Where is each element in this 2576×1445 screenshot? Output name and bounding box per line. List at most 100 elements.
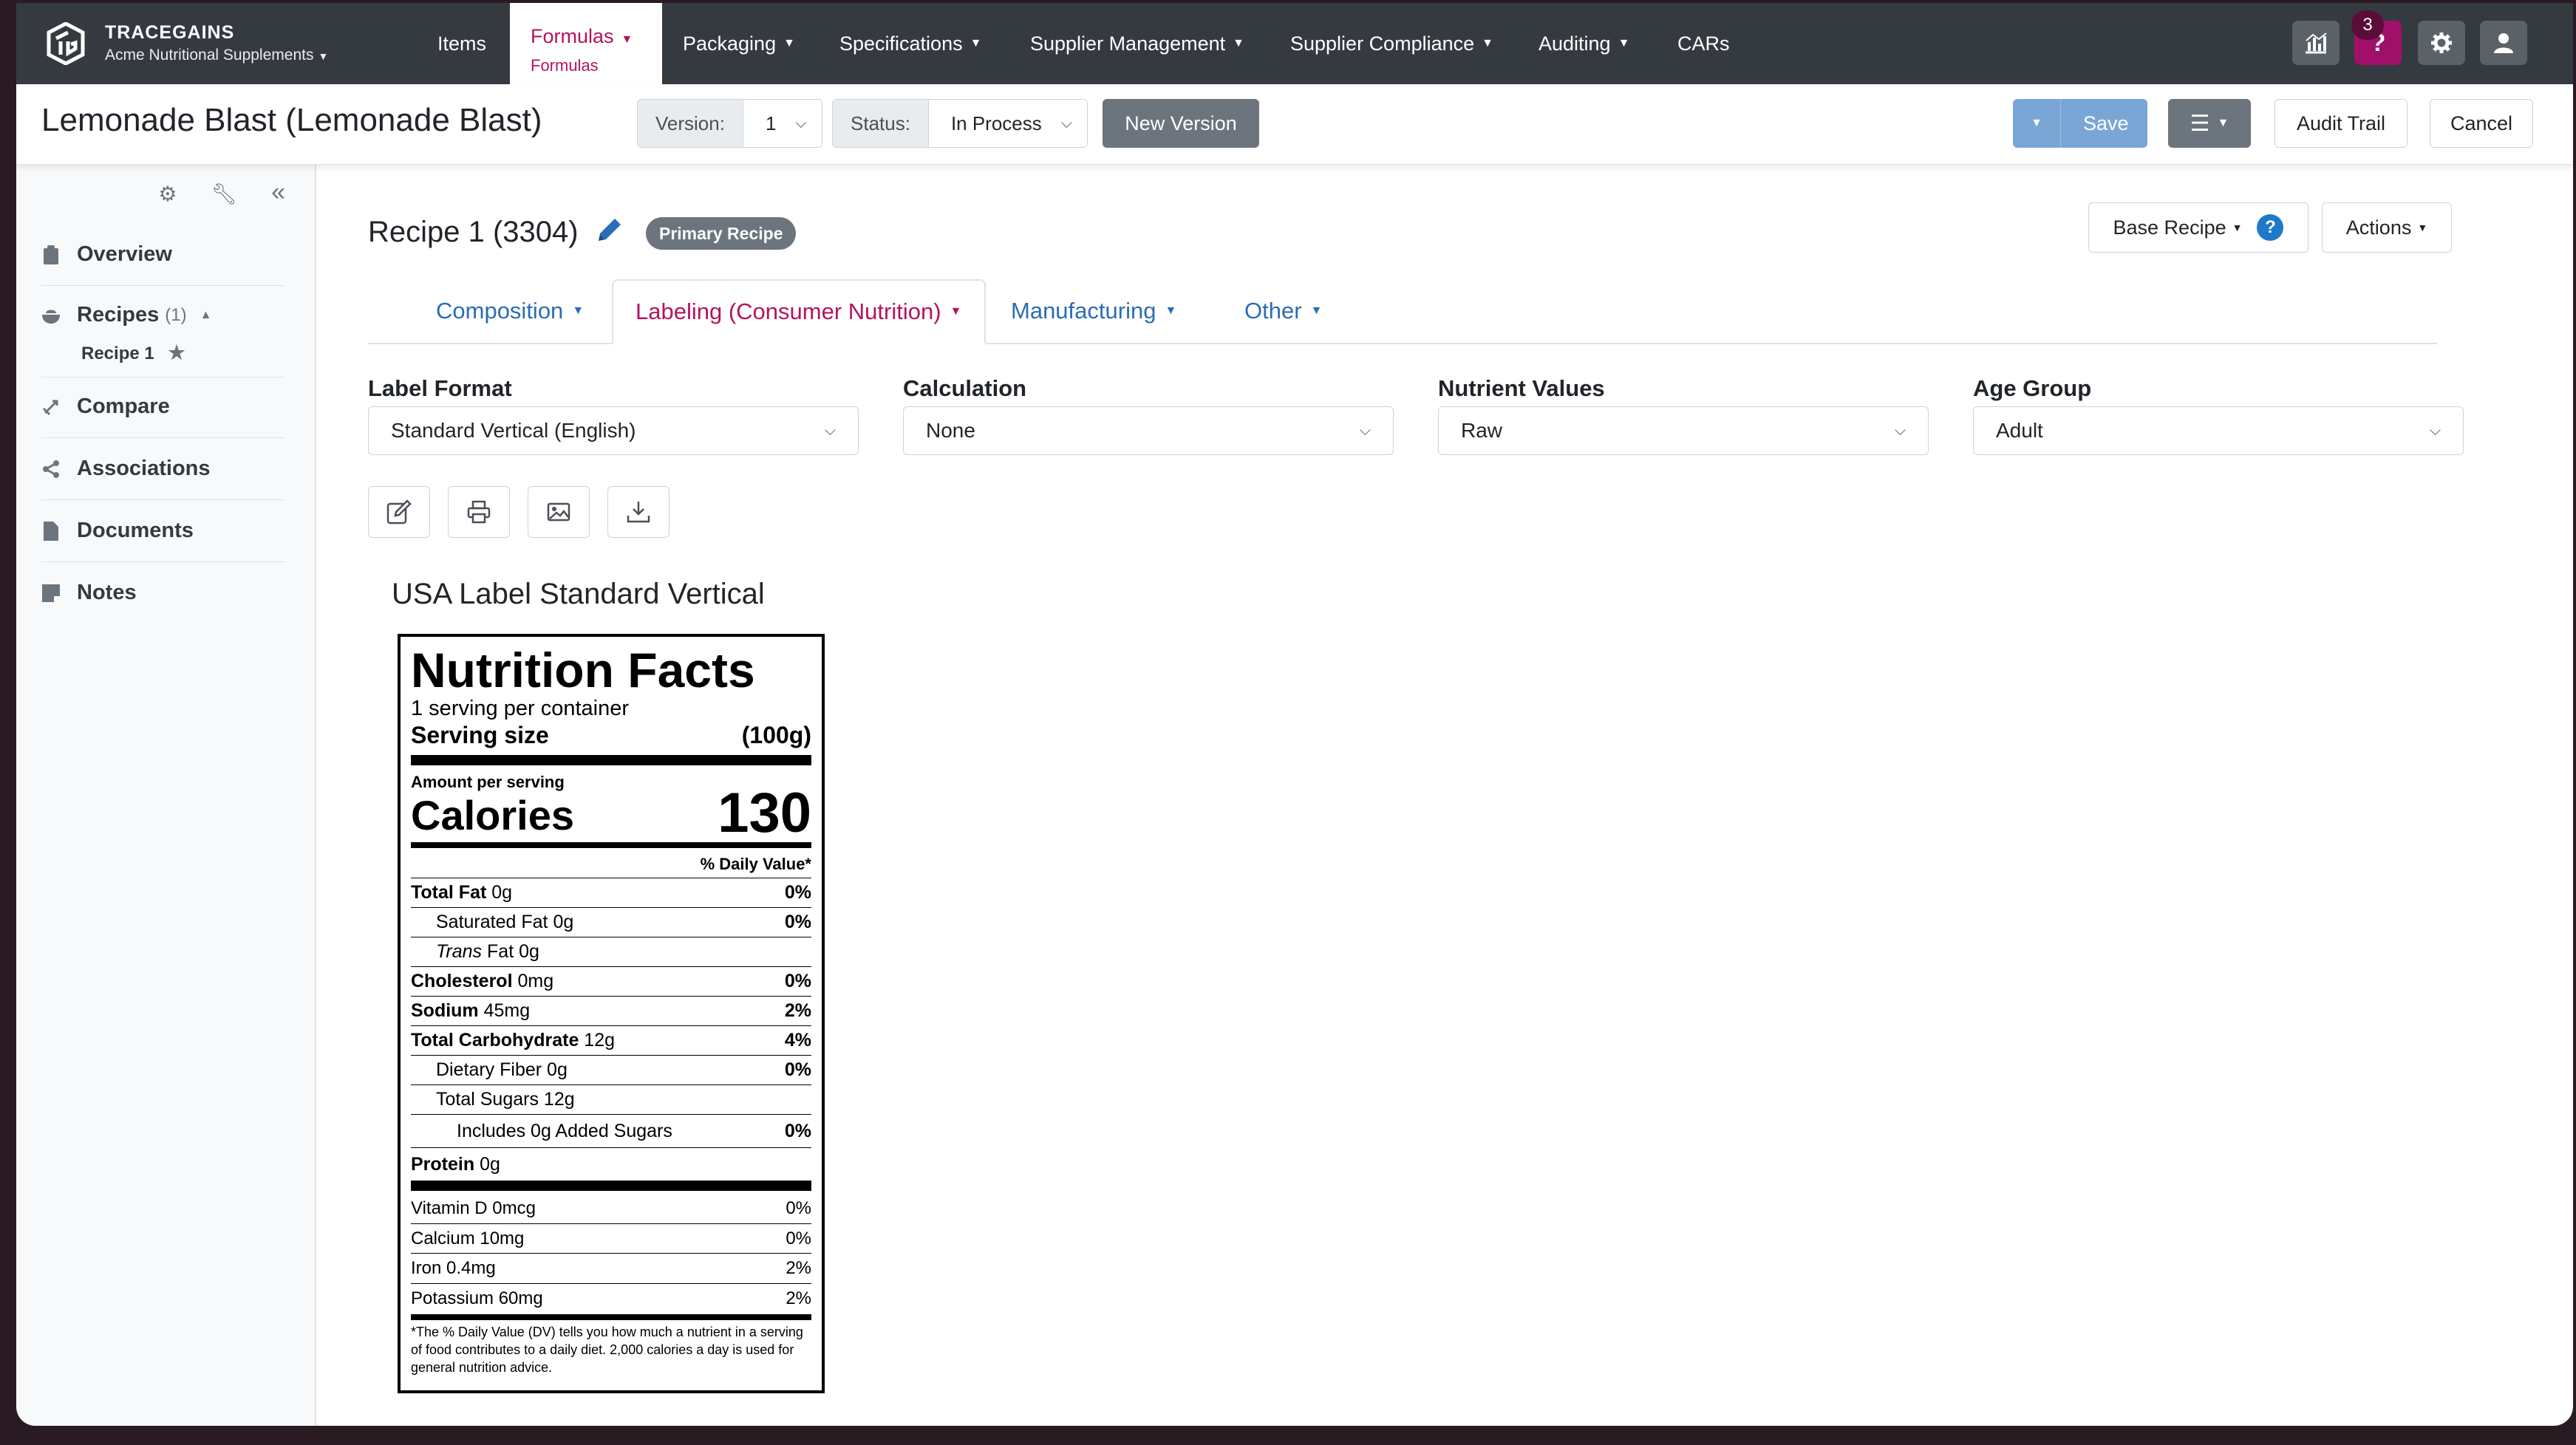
- save-options-caret-icon[interactable]: ▼: [2013, 99, 2061, 148]
- chevron-down-icon: ⌵: [1060, 115, 1072, 131]
- nutrient-amount: 0g: [553, 912, 574, 932]
- wrench-icon[interactable]: 🔧︎: [211, 182, 238, 206]
- company-selector[interactable]: Acme Nutritional Supplements ▼: [105, 44, 328, 67]
- vitamin-name: Iron 0.4mg: [411, 1258, 496, 1278]
- nav-supplier-compliance[interactable]: Supplier Compliance ▼: [1290, 3, 1493, 84]
- serving-size-row: Serving size (100g): [411, 721, 811, 749]
- gear-icon[interactable]: ⚙: [158, 182, 177, 206]
- nutrient-name: Includes 0g Added Sugars: [457, 1121, 672, 1141]
- user-menu-button[interactable]: [2480, 21, 2527, 65]
- save-button-group[interactable]: ▼ Save: [2013, 99, 2147, 148]
- sidebar-item-label: Associations: [77, 457, 211, 480]
- image-export-button[interactable]: [528, 486, 590, 538]
- vitamin-dv: 0%: [786, 1228, 811, 1248]
- label-format-label: Label Format: [368, 375, 512, 401]
- brand-name: TRACEGAINS: [105, 21, 235, 43]
- chevron-down-icon: ⌵: [795, 115, 807, 131]
- tab-other[interactable]: Other ▼: [1244, 279, 1322, 343]
- status-value: In Process: [950, 112, 1042, 134]
- nav-formulas[interactable]: Formulas ▼ Formulas: [510, 3, 662, 84]
- calculation-select[interactable]: None ⌵: [903, 406, 1394, 455]
- settings-button[interactable]: [2418, 21, 2465, 65]
- nutrient-row: Includes 0g Added Sugars 0%: [411, 1114, 811, 1147]
- cancel-button[interactable]: Cancel: [2430, 99, 2533, 148]
- sidebar: ⚙ 🔧︎ « Overview Recipes (1) ▲ Recipe 1 ★…: [16, 164, 316, 1426]
- nutrient-dv: 0%: [784, 882, 811, 903]
- status-label: Status:: [833, 100, 929, 147]
- edit-pencil-icon[interactable]: [594, 216, 624, 249]
- nutrient-name: Total Fat: [411, 882, 487, 903]
- collapse-sidebar-icon[interactable]: «: [271, 180, 285, 206]
- edit-label-button[interactable]: [368, 486, 430, 538]
- main-content: Recipe 1 (3304) Primary Recipe Base Reci…: [315, 164, 2573, 1426]
- label-format-select[interactable]: Standard Vertical (English) ⌵: [368, 406, 859, 455]
- tab-labeling[interactable]: Labeling (Consumer Nutrition) ▼: [612, 279, 986, 344]
- note-icon: [41, 584, 61, 603]
- save-button[interactable]: Save: [2061, 112, 2129, 135]
- analytics-button[interactable]: [2292, 21, 2340, 65]
- sidebar-item-recipes[interactable]: Recipes (1) ▲: [41, 303, 211, 327]
- menu-button[interactable]: ☰ ▼: [2168, 99, 2251, 148]
- divider: [41, 499, 285, 500]
- actions-label: Actions: [2345, 216, 2412, 239]
- caret-down-icon: ▼: [950, 305, 962, 318]
- sidebar-item-notes[interactable]: Notes: [41, 581, 137, 605]
- tab-composition[interactable]: Composition ▼: [436, 279, 584, 343]
- sidebar-item-documents[interactable]: Documents: [41, 519, 194, 543]
- chevron-down-icon: ⌵: [2429, 422, 2441, 439]
- vitamin-row: Calcium 10mg 0%: [411, 1223, 811, 1254]
- caret-down-icon: ▼: [572, 304, 585, 317]
- sidebar-item-associations[interactable]: Associations: [41, 457, 211, 481]
- nav-supplier-management[interactable]: Supplier Management ▼: [1030, 3, 1244, 84]
- nutrient-amount: 0g: [491, 882, 513, 903]
- age-group-value: Adult: [1996, 419, 2043, 442]
- nutrient-amount: 12g: [584, 1030, 616, 1051]
- nutrient-row: Total Fat 0g 0%: [411, 878, 811, 907]
- base-recipe-button[interactable]: Base Recipe ▼ ?: [2088, 202, 2308, 253]
- bowl-icon: [41, 306, 61, 325]
- hamburger-icon: ☰: [2190, 111, 2210, 136]
- age-group-select[interactable]: Adult ⌵: [1973, 406, 2464, 455]
- sidebar-item-compare[interactable]: Compare: [41, 394, 170, 419]
- caret-up-icon[interactable]: ▲: [200, 309, 212, 322]
- nav-cars-label: CARs: [1677, 32, 1730, 55]
- new-version-button[interactable]: New Version: [1103, 99, 1259, 148]
- nutrient-name: Dietary Fiber: [436, 1059, 542, 1080]
- sidebar-item-overview[interactable]: Overview: [41, 242, 172, 267]
- nav-cars[interactable]: CARs: [1677, 3, 1730, 84]
- calories-row: Calories 130: [411, 785, 811, 841]
- vitamin-dv: 0%: [786, 1198, 811, 1218]
- version-select[interactable]: Version: 1 ⌵: [637, 99, 822, 148]
- version-dropdown[interactable]: 1 ⌵: [743, 100, 822, 147]
- download-label-button[interactable]: [607, 486, 669, 538]
- audit-trail-button[interactable]: Audit Trail: [2275, 99, 2408, 148]
- tab-manufacturing[interactable]: Manufacturing ▼: [1011, 279, 1176, 343]
- vitamin-dv: 2%: [786, 1258, 811, 1278]
- status-select[interactable]: Status: In Process ⌵: [832, 99, 1088, 148]
- chevron-down-icon: ⌵: [1359, 422, 1371, 439]
- star-icon: ★: [168, 341, 185, 363]
- nav-specifications[interactable]: Specifications ▼: [839, 3, 981, 84]
- vitamin-name: Calcium 10mg: [411, 1228, 525, 1248]
- nutrition-facts-title: Nutrition Facts: [411, 643, 755, 697]
- sidebar-item-label: Notes: [77, 581, 137, 604]
- brand[interactable]: TRACEGAINS Acme Nutritional Supplements ▼: [46, 16, 328, 71]
- nav-items[interactable]: Items: [437, 3, 486, 84]
- nav-packaging[interactable]: Packaging ▼: [683, 3, 795, 84]
- print-label-button[interactable]: [448, 486, 510, 538]
- divider: [41, 377, 285, 378]
- calories-label: Calories: [411, 792, 574, 838]
- sidebar-item-recipe-1[interactable]: Recipe 1 ★: [81, 341, 185, 364]
- nutrient-values-select[interactable]: Raw ⌵: [1438, 406, 1929, 455]
- divider: [41, 561, 285, 562]
- nav-auditing[interactable]: Auditing ▼: [1539, 3, 1629, 84]
- nutrient-values-label: Nutrient Values: [1438, 375, 1605, 401]
- top-navbar: TRACEGAINS Acme Nutritional Supplements ▼…: [16, 3, 2573, 84]
- label-format-value: Standard Vertical (English): [391, 419, 636, 442]
- actions-button[interactable]: Actions ▼: [2322, 202, 2452, 253]
- help-circle-icon[interactable]: ?: [2257, 214, 2284, 241]
- nutrient-row: Saturated Fat 0g 0%: [411, 907, 811, 937]
- age-group-label: Age Group: [1973, 375, 2092, 401]
- status-dropdown[interactable]: In Process ⌵: [928, 100, 1087, 147]
- version-value: 1: [765, 112, 777, 134]
